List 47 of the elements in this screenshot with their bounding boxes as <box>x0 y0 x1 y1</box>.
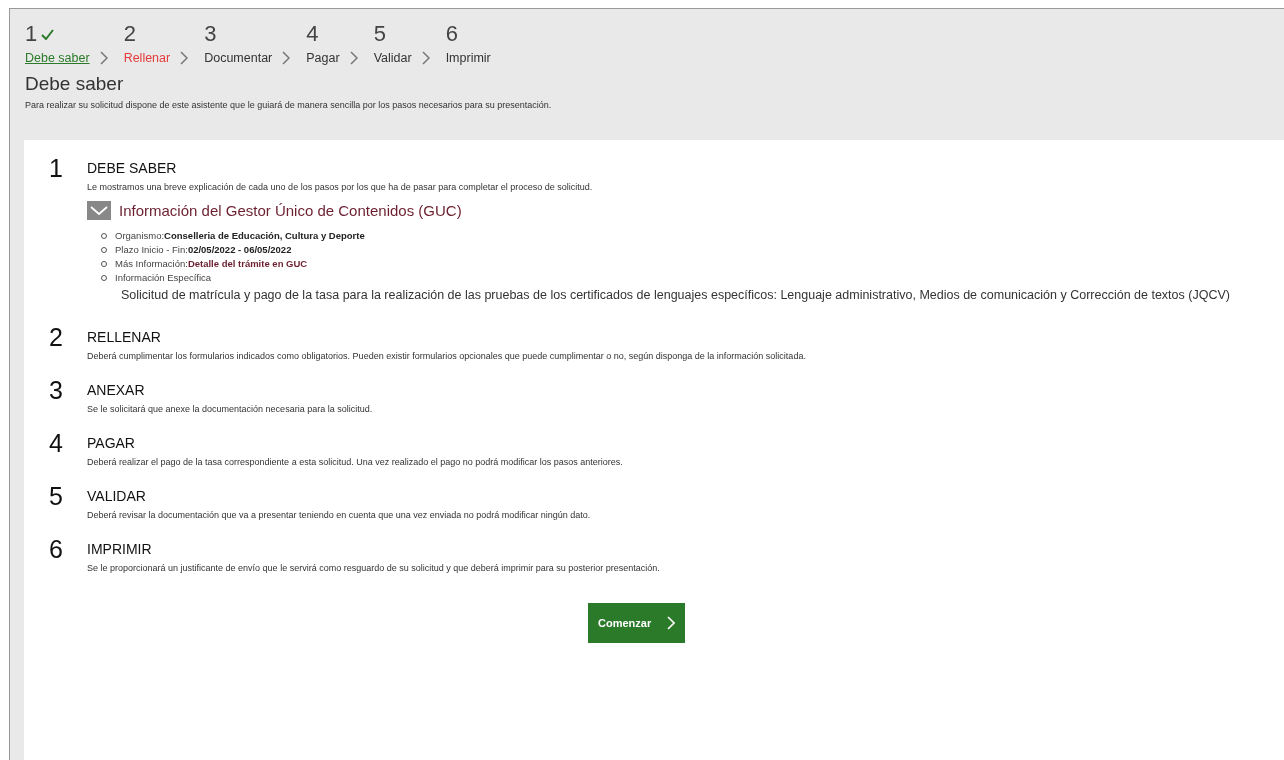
section-title: VALIDAR <box>87 488 147 504</box>
section-number: 5 <box>49 482 64 512</box>
section-description: Deberá cumplimentar los formularios indicados como obligatorios. Pueden existir formularios opcionales que puede cumplimentar o no, según disponga de la información solicitada. <box>87 351 806 361</box>
section-description: Deberá realizar el pago de la tasa correspondiente a esta solicitud. Una vez realizado el pago no podrá modificar los pasos anteriores. <box>87 457 623 467</box>
section-title: IMPRIMIR <box>87 541 153 557</box>
section-title: RELLENAR <box>87 329 162 345</box>
section-title: PAGAR <box>87 435 136 451</box>
section-title: DEBE SABER <box>87 160 178 176</box>
step-number: 1 <box>25 21 38 47</box>
step-number: 2 <box>123 21 136 47</box>
step-link[interactable]: Validar <box>373 51 412 65</box>
section-title: ANEXAR <box>87 382 146 398</box>
step-number: 5 <box>373 21 386 47</box>
step-link[interactable]: Imprimir <box>445 51 491 65</box>
chevron-down-icon <box>90 205 108 216</box>
section-number: 4 <box>49 429 64 459</box>
page-subtitle: Para realizar su solicitud dispone de este asistente que le guiará de manera sencilla por los pasos necesarios para su presentación. <box>25 100 553 110</box>
section-description: Deberá revisar la documentación que va a presentar teniendo en cuenta que una vez enviada no podrá modificar ningún dato. <box>87 510 591 520</box>
section-number: 2 <box>49 323 64 353</box>
chevron-right-icon <box>99 51 108 65</box>
info-text: Plazo Inicio - Fin:02/05/2022 - 06/05/2022 <box>115 244 292 255</box>
info-text: Información Específica <box>115 272 212 283</box>
section-description: Se le proporcionará un justificante de envío que le servirá como resguardo de su solicitud y que deberá imprimir para su posterior presentación. <box>87 563 660 573</box>
step-link[interactable]: Documentar <box>204 51 273 65</box>
guc-link[interactable]: Detalle del trámite en GUC <box>187 258 308 269</box>
section-number: 1 <box>49 154 64 184</box>
step-link[interactable]: Pagar <box>306 51 340 65</box>
start-button[interactable]: Comenzar <box>588 603 685 643</box>
info-label: Más Información: <box>115 258 188 269</box>
section-number: 3 <box>49 376 64 406</box>
info-section-title: Información del Gestor Único de Contenidos (GUC) <box>119 202 462 219</box>
step-link[interactable]: Debe saber <box>25 51 90 65</box>
section-description: Se le solicitará que anexe la documentación necesaria para la solicitud. <box>87 404 373 414</box>
section-description: Le mostramos una breve explicación de cada uno de los pasos por los que ha de pasar para completar el proceso de solicitud. <box>87 182 594 192</box>
step-number: 4 <box>306 21 319 47</box>
section-number: 6 <box>49 535 64 565</box>
chevron-right-icon <box>421 51 430 65</box>
info-detail-text: Solicitud de matrícula y pago de la tasa para la realización de las pruebas de los certificados de lenguajes específicos: Lenguaje administrativo, Medios de comunicación y Corrección de textos (JQCV) <box>121 288 1230 302</box>
step-number: 3 <box>204 21 217 47</box>
chevron-right-icon <box>282 51 291 65</box>
info-text: Organismo:Conselleria de Educación, Cultura y Deporte <box>115 230 365 241</box>
chevron-right-icon <box>349 51 358 65</box>
chevron-right-icon <box>667 616 675 630</box>
step-number: 6 <box>445 21 458 47</box>
page-title: Debe saber <box>25 73 125 95</box>
chevron-right-icon <box>180 51 189 65</box>
collapse-toggle-button[interactable] <box>87 201 111 220</box>
